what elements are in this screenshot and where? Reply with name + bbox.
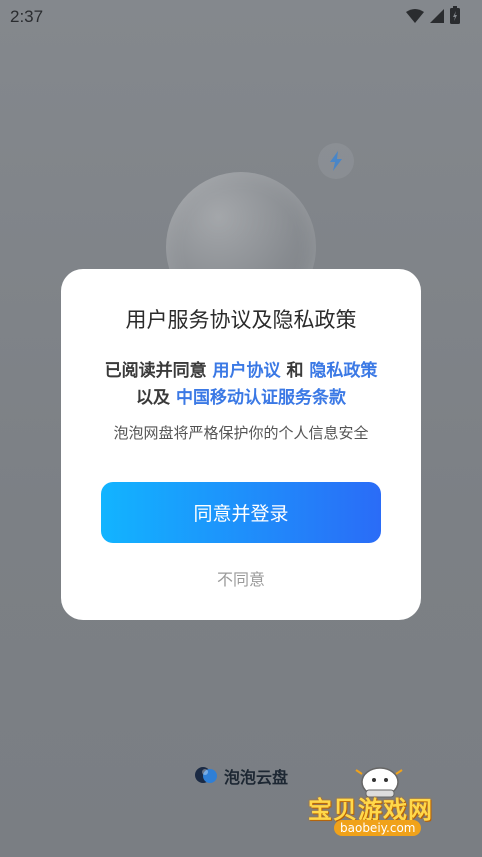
lightning-icon [318,143,354,179]
decline-button[interactable]: 不同意 [61,566,421,590]
watermark: 宝贝游戏网 baobeiy.com [300,760,460,850]
brand-logo-icon [194,764,218,788]
privacy-policy-link[interactable]: 隐私政策 [309,361,377,381]
wifi-icon [406,8,424,27]
agree-and-login-button[interactable]: 同意并登录 [101,482,381,543]
brand-name: 泡泡云盘 [224,768,289,787]
privacy-note: 泡泡网盘将严格保护你的个人信息安全 [113,424,369,442]
login-screen-background: 2:37 用户服务协议及隐私政策 已阅读并同意 用户协议 和 隐私政策 以及 中… [0,0,482,857]
brand: 泡泡云盘 [194,764,288,788]
consent-line-2: 以及 中国移动认证服务条款 [61,383,421,408]
consent-and: 和 [280,361,310,381]
battery-charging-icon [450,6,460,28]
consent-also: 以及 [136,388,176,408]
status-bar: 2:37 [0,0,482,32]
cmcc-terms-link[interactable]: 中国移动认证服务条款 [176,388,346,408]
privacy-consent-dialog: 用户服务协议及隐私政策 已阅读并同意 用户协议 和 隐私政策 以及 中国移动认证… [61,269,421,620]
watermark-url: baobeiy.com [334,820,422,836]
consent-prefix: 已阅读并同意 [104,361,213,381]
status-time: 2:37 [10,7,44,26]
status-icons [406,6,460,28]
user-agreement-link[interactable]: 用户协议 [213,361,281,381]
dialog-title: 用户服务协议及隐私政策 [125,308,357,332]
signal-icon [430,8,444,27]
consent-line-1: 已阅读并同意 用户协议 和 隐私政策 [61,356,421,381]
